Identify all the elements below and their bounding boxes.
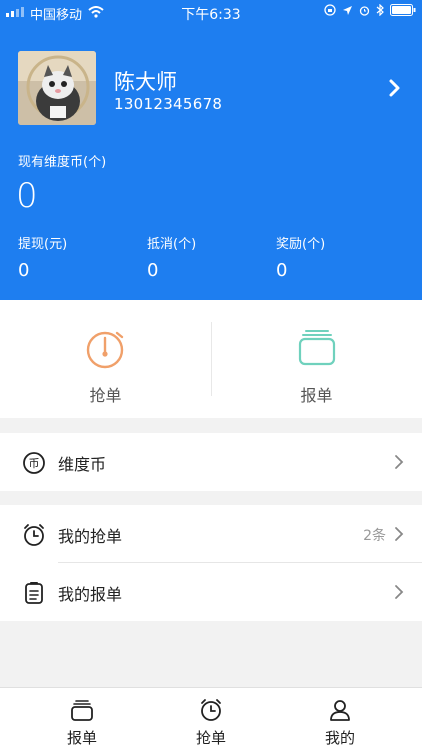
menu-item-my-grab[interactable]: 我的抢单 2条 <box>0 505 422 563</box>
chevron-right-icon <box>394 526 404 542</box>
user-name: 陈大师 <box>114 70 177 94</box>
stat-offset: 抵消(个) 0 <box>147 233 196 281</box>
stat-label: 奖励(个) <box>276 237 326 252</box>
menu-item-coin[interactable]: 币 维度币 <box>0 433 422 491</box>
stat-label: 抵消(个) <box>147 237 197 252</box>
battery-icon <box>390 4 416 20</box>
report-order-label: 报单 <box>300 386 333 405</box>
menu-item-label: 我的报单 <box>58 585 123 604</box>
stat-reward: 奖励(个) 0 <box>276 233 325 281</box>
grab-count: 2条 <box>363 528 386 544</box>
alarm-clock-icon <box>22 523 46 547</box>
avatar[interactable] <box>18 51 96 125</box>
bluetooth-icon <box>376 3 384 20</box>
stat-value: 0 <box>18 260 30 281</box>
user-phone: 13012345678 <box>114 95 223 113</box>
menu-item-label: 维度币 <box>58 455 107 474</box>
location-icon <box>342 5 353 20</box>
tab-label: 我的 <box>324 729 355 747</box>
coin-icon: 币 <box>22 451 46 475</box>
tab-grab[interactable]: 抢单 <box>141 688 281 750</box>
status-bar: 中国移动 下午6:33 <box>0 0 422 24</box>
clipboard-icon <box>22 581 46 605</box>
stat-label: 提现(元) <box>18 237 68 252</box>
tab-report[interactable]: 报单 <box>12 688 152 750</box>
balance-label: 现有维度币(个) <box>18 155 107 170</box>
rotation-lock-icon <box>324 4 336 20</box>
tab-me[interactable]: 我的 <box>270 688 410 750</box>
profile-header: 中国移动 下午6:33 陈大师 13012345678 现有维度币(个) 0 提… <box>0 0 422 300</box>
tab-bar: 报单 抢单 我的 <box>0 687 422 750</box>
stat-withdraw: 提现(元) 0 <box>18 233 67 281</box>
chevron-right-icon[interactable] <box>388 78 402 98</box>
grab-order-label: 抢单 <box>89 386 122 405</box>
menu-item-label: 我的抢单 <box>58 527 123 546</box>
quick-actions: 抢单 报单 <box>0 300 422 418</box>
alarm-icon <box>359 5 370 20</box>
chevron-right-icon <box>394 584 404 600</box>
grab-order-button[interactable]: 抢单 <box>0 300 211 418</box>
balance-value: 0 <box>16 176 38 216</box>
stat-value: 0 <box>147 260 159 281</box>
tab-label: 抢单 <box>195 729 226 747</box>
report-order-button[interactable]: 报单 <box>211 300 422 418</box>
stat-value: 0 <box>276 260 288 281</box>
chevron-right-icon <box>394 454 404 470</box>
tab-label: 报单 <box>66 729 97 747</box>
menu-item-my-report[interactable]: 我的报单 <box>0 563 422 621</box>
svg-text:币: 币 <box>29 457 40 470</box>
